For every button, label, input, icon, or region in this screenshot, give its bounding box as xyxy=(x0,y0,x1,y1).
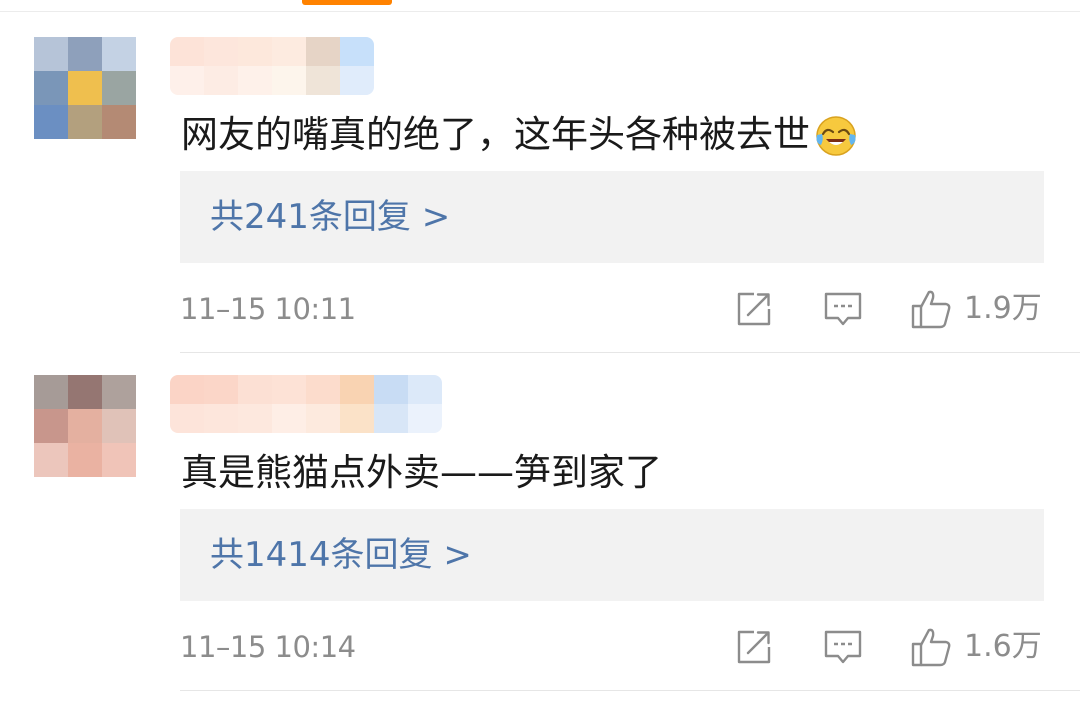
like-button[interactable]: 1.9万 xyxy=(910,287,1042,331)
name-pixel xyxy=(374,375,408,404)
comment-body: 网友的嘴真的绝了，这年头各种被去世 xyxy=(181,107,858,163)
avatar-pixel xyxy=(34,71,68,105)
comment-text: 网友的嘴真的绝了，这年头各种被去世 xyxy=(181,113,810,156)
avatar-pixel xyxy=(102,37,136,71)
comment-timestamp: 11–15 10:14 xyxy=(180,630,356,664)
name-pixel xyxy=(204,37,238,66)
thumbs-up-icon xyxy=(911,628,951,667)
laughing-crying-emoji-icon xyxy=(816,116,856,156)
top-divider xyxy=(0,11,1080,12)
username-blurred[interactable] xyxy=(170,37,374,95)
reply-summary-box[interactable]: 共241条回复 > xyxy=(180,171,1044,263)
avatar-pixel xyxy=(34,105,68,139)
avatar-pixel xyxy=(34,409,68,443)
avatar-pixel xyxy=(68,37,102,71)
avatar-pixel xyxy=(34,443,68,477)
like-count: 1.6万 xyxy=(964,629,1042,664)
avatar-pixel xyxy=(102,71,136,105)
comment-reply-icon[interactable] xyxy=(823,289,863,329)
comment-text: 真是熊猫点外卖——笋到家了 xyxy=(181,451,662,494)
comment-feed: 网友的嘴真的绝了，这年头各种被去世 共241条回复 > 11–15 10:11 xyxy=(0,0,1080,714)
name-pixel xyxy=(408,404,442,433)
avatar-pixel xyxy=(68,375,102,409)
avatar[interactable] xyxy=(34,375,136,477)
name-pixel xyxy=(204,404,238,433)
name-pixel xyxy=(374,404,408,433)
avatar-pixel xyxy=(102,443,136,477)
name-pixel xyxy=(170,66,204,95)
comment-item: 真是熊猫点外卖——笋到家了 共1414条回复 > 11–15 10:14 1.6 xyxy=(0,375,1080,713)
name-pixel xyxy=(272,66,306,95)
view-replies-link[interactable]: 共241条回复 > xyxy=(210,171,450,263)
name-pixel xyxy=(340,375,374,404)
name-pixel xyxy=(306,375,340,404)
name-pixel xyxy=(306,404,340,433)
name-pixel xyxy=(340,66,374,95)
name-pixel xyxy=(272,404,306,433)
name-pixel xyxy=(238,66,272,95)
name-pixel xyxy=(408,375,442,404)
comment-timestamp: 11–15 10:11 xyxy=(180,292,356,326)
active-tab-indicator xyxy=(302,0,392,5)
name-pixel xyxy=(340,37,374,66)
row-divider xyxy=(180,690,1080,691)
comment-meta-row: 11–15 10:11 1.9万 xyxy=(0,287,1080,331)
name-pixel xyxy=(238,375,272,404)
name-pixel xyxy=(170,404,204,433)
name-pixel xyxy=(170,375,204,404)
name-pixel xyxy=(272,37,306,66)
row-divider xyxy=(180,352,1080,353)
repost-icon[interactable] xyxy=(734,627,774,667)
name-pixel xyxy=(340,404,374,433)
comment-item: 网友的嘴真的绝了，这年头各种被去世 共241条回复 > 11–15 10:11 xyxy=(0,37,1080,375)
avatar-pixel xyxy=(102,409,136,443)
comment-meta-row: 11–15 10:14 1.6万 xyxy=(0,625,1080,669)
name-pixel xyxy=(272,375,306,404)
name-pixel xyxy=(204,66,238,95)
avatar-pixel xyxy=(68,105,102,139)
name-pixel xyxy=(204,375,238,404)
avatar-pixel xyxy=(68,409,102,443)
avatar-pixel xyxy=(34,375,68,409)
thumbs-up-icon xyxy=(911,290,951,329)
avatar-pixel xyxy=(34,37,68,71)
name-pixel xyxy=(306,66,340,95)
like-button[interactable]: 1.6万 xyxy=(910,625,1042,669)
avatar[interactable] xyxy=(34,37,136,139)
comment-reply-icon[interactable] xyxy=(823,627,863,667)
like-count: 1.9万 xyxy=(964,291,1042,326)
avatar-pixel xyxy=(102,375,136,409)
username-blurred[interactable] xyxy=(170,375,442,433)
name-pixel xyxy=(306,37,340,66)
avatar-pixel xyxy=(68,443,102,477)
avatar-pixel xyxy=(68,71,102,105)
view-replies-link[interactable]: 共1414条回复 > xyxy=(210,509,472,601)
name-pixel xyxy=(170,37,204,66)
avatar-pixel xyxy=(102,105,136,139)
repost-icon[interactable] xyxy=(734,289,774,329)
name-pixel xyxy=(238,404,272,433)
comment-body: 真是熊猫点外卖——笋到家了 xyxy=(181,445,662,501)
name-pixel xyxy=(238,37,272,66)
reply-summary-box[interactable]: 共1414条回复 > xyxy=(180,509,1044,601)
